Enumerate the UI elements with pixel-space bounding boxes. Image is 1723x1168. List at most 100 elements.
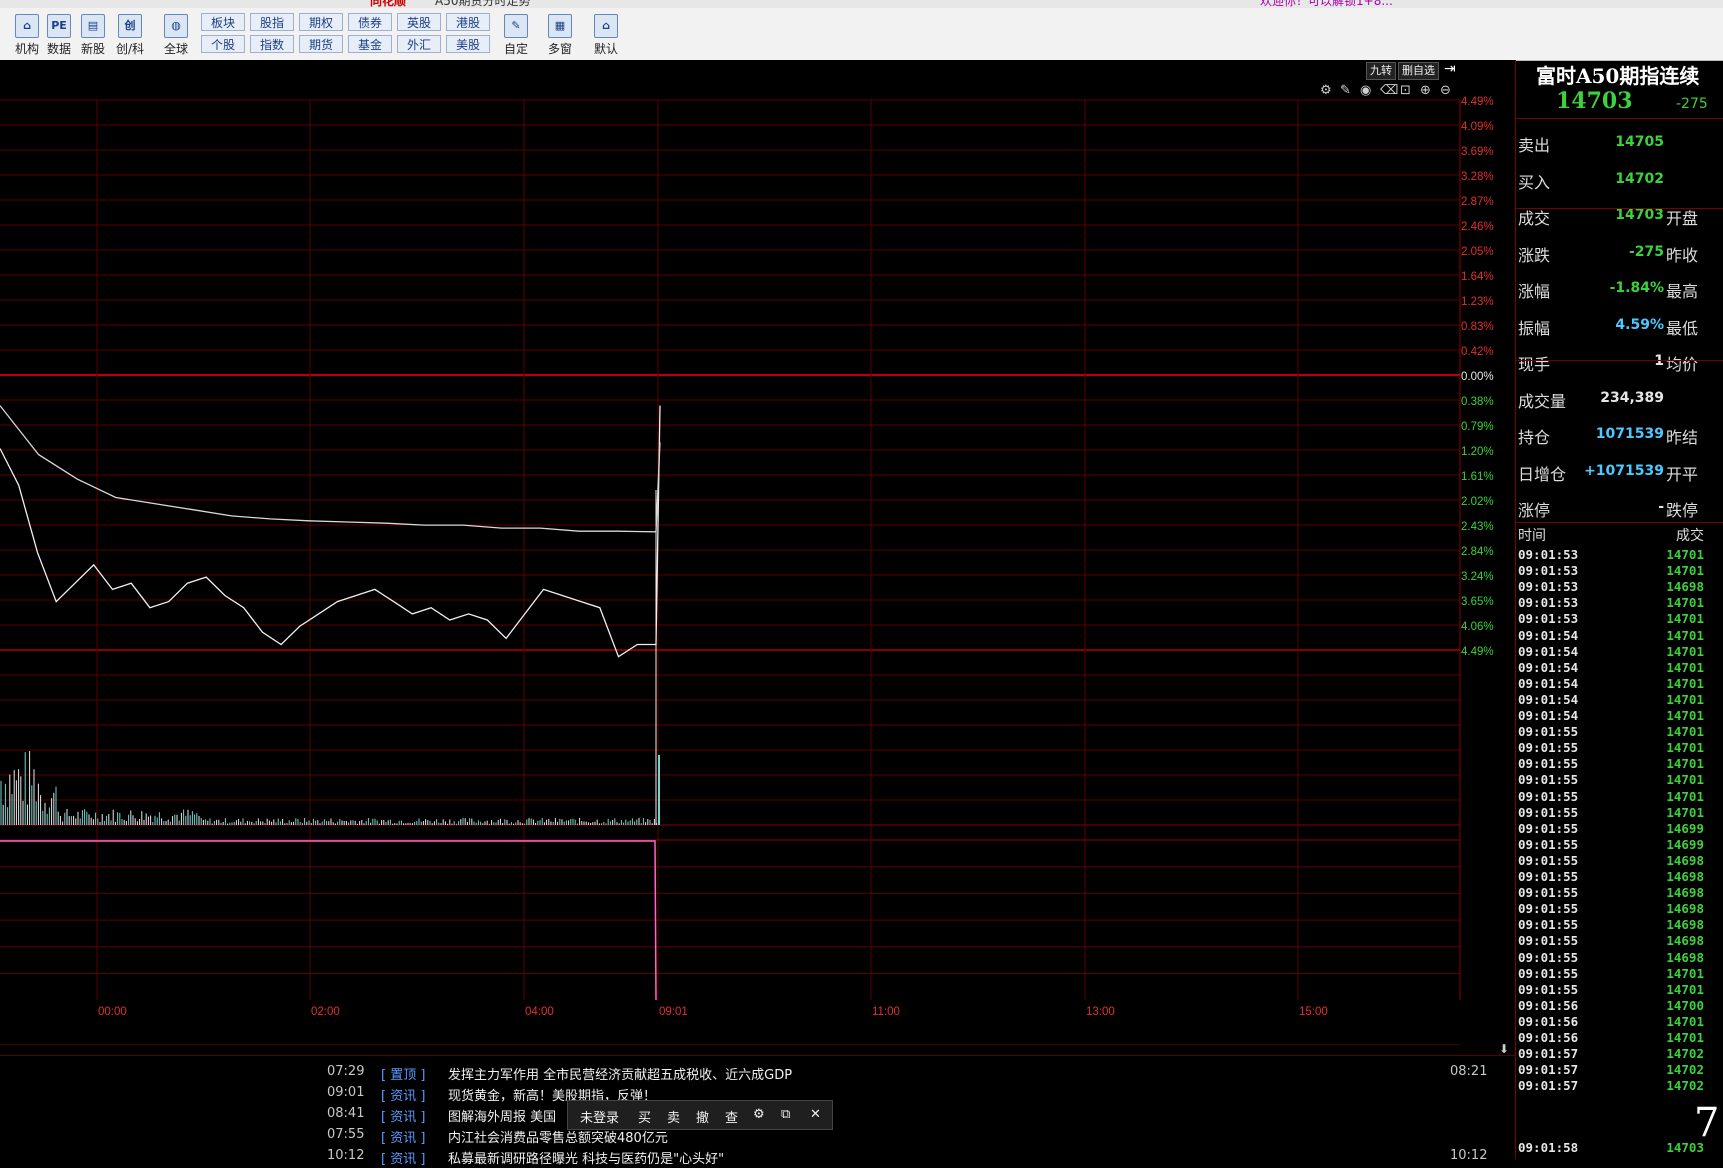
pct-tick-label: 0.00% — [1461, 371, 1494, 383]
toolbar-label: 默认 — [593, 42, 618, 56]
toolbar-button-chuang[interactable]: 创 创/科 — [110, 8, 150, 60]
tick-price: 14698 — [1666, 852, 1704, 868]
toolbar-button-new-stock[interactable]: ▤ 新股 — [76, 8, 110, 60]
news-headline[interactable]: 私募最新调研路径曝光 科技与医药仍是"心头好" — [448, 1148, 724, 1167]
tick-time: 09:01:53 — [1518, 547, 1579, 562]
close-icon[interactable]: ✕ — [810, 1107, 821, 1122]
tab-options[interactable]: 期权 — [299, 13, 343, 31]
tick-row: 09:01:55 14701 — [1516, 740, 1723, 756]
quote-row-value: 1071539 — [1595, 426, 1664, 442]
tick-time: 09:01:55 — [1518, 756, 1579, 772]
time-tick-label: 11:00 — [872, 1006, 900, 1018]
news-item[interactable]: 10:12 [ 资讯 ] 私募最新调研路径曝光 科技与医药仍是"心头好" 10:12 — [0, 1148, 1515, 1168]
tick-price: 14698 — [1666, 917, 1704, 933]
sell-button[interactable]: 卖 — [667, 1107, 680, 1126]
quote-row-value: +1071539 — [1584, 462, 1664, 479]
pct-tick-label: 4.09% — [1461, 121, 1494, 133]
tab-sector[interactable]: 板块 — [201, 13, 245, 31]
query-button[interactable]: 查 — [725, 1107, 738, 1126]
ticks-header: 时间 成交 — [1516, 525, 1723, 544]
toolbar-button-data[interactable]: PE 数据 — [42, 8, 76, 60]
tab-uk-stocks[interactable]: 英股 — [397, 13, 441, 31]
pct-tick-label: 4.49% — [1461, 96, 1494, 108]
news-item[interactable]: 07:29 [ 置顶 ] 发挥主力军作用 全市民营经济贡献超五成税收、近六成GDP 0… — [0, 1064, 1515, 1084]
pct-tick-label: 3.69% — [1461, 146, 1494, 158]
popout-icon[interactable]: ⧉ — [781, 1107, 790, 1122]
toolbar-label: 全球 — [163, 42, 188, 56]
tick-price: 14701 — [1666, 772, 1704, 788]
toolbar-button-multi-window[interactable]: ▦ 多窗 — [540, 8, 580, 60]
tab-forex[interactable]: 外汇 — [397, 35, 441, 53]
tab-funds[interactable]: 基金 — [348, 35, 392, 53]
quote-row: 持仓 1071539 昨结 — [1516, 416, 1723, 452]
tick-row: 09:01:53 14701 — [1516, 547, 1723, 563]
toolbar-button-default[interactable]: ⌂ 默认 — [586, 8, 626, 60]
chart-canvas: 4.49% 4.09% 3.69% 3.28% 2.87% 2.46% 2.05% 1.64%… — [0, 83, 1494, 1045]
toolbar-button-custom[interactable]: ✎ 自定 — [496, 8, 536, 60]
tick-time: 09:01:53 — [1518, 595, 1579, 611]
time-tick-label: 09:01 — [659, 1006, 688, 1018]
toolbar-button-global[interactable]: ◍ 全球 — [156, 8, 196, 60]
quote-row-value: 1 — [1654, 353, 1664, 369]
quote-row: 涨幅 -1.84% 最高 — [1516, 270, 1723, 306]
tab-futures[interactable]: 期货 — [299, 35, 343, 53]
toolbar-label: 自定 — [503, 42, 528, 56]
login-banner[interactable]: 欢迎你！可以解锁1+8... — [1260, 0, 1393, 8]
tick-row: 09:01:55 14701 — [1516, 724, 1723, 740]
tab-us-stocks[interactable]: 美股 — [446, 35, 490, 53]
chart-tool-icon: ◉ — [1360, 83, 1371, 98]
intraday-chart-panel[interactable]: 九转 删自选 ⇥ 4.49% 4.09% 3.69% 3.28% 2.87% 2.46% 2… — [0, 60, 1515, 1045]
news-category[interactable]: [ 资讯 ] — [381, 1085, 425, 1104]
quote-row-value: -1.84% — [1609, 280, 1664, 296]
institution-icon: ⌂ — [15, 14, 39, 38]
tick-row: 09:01:56 14701 — [1516, 1030, 1723, 1046]
quote-row: 成交量 234,389 — [1516, 380, 1723, 416]
quote-row-label: 买入 — [1518, 172, 1551, 192]
main-toolbar: ⌂ 机构 PE 数据 ▤ 新股 创 创/科 ◍ 全球 板块 股指 期权 债券 英… — [0, 8, 1723, 61]
toolbar-button-institution[interactable]: ⌂ 机构 — [10, 8, 44, 60]
tick-row: 09:01:53 14701 — [1516, 563, 1723, 579]
pct-tick-label: 1.61% — [1461, 471, 1494, 483]
news-item[interactable]: 07:55[ 资讯 ] 内江社会消费品零售总额突破480亿元 — [0, 1127, 1515, 1147]
pct-tick-label: 3.28% — [1461, 171, 1494, 183]
quote-row-value: 4.59% — [1615, 316, 1664, 333]
new-stock-icon: ▤ — [81, 14, 105, 38]
tick-time: 09:01:55 — [1518, 933, 1579, 949]
quote-row-label2: 开平 — [1666, 464, 1699, 484]
tick-row: 09:01:55 14701 — [1516, 982, 1723, 998]
news-category[interactable]: [ 资讯 ] — [381, 1127, 425, 1146]
tick-price: 14701 — [1666, 563, 1704, 579]
tab-index-futures[interactable]: 股指 — [250, 13, 294, 31]
custom-icon: ✎ — [504, 14, 528, 38]
toolbar-label: 多窗 — [547, 42, 572, 56]
news-time: 08:41 — [327, 1106, 365, 1121]
quote-row-value: 234,389 — [1600, 389, 1664, 406]
login-status[interactable]: 未登录 — [580, 1107, 619, 1126]
news-time: 07:55 — [327, 1127, 365, 1142]
tick-row: 09:01:53 14701 — [1516, 611, 1723, 627]
buy-button[interactable]: 买 — [638, 1107, 651, 1126]
tab-hk-stocks[interactable]: 港股 — [446, 13, 490, 31]
tab-bonds[interactable]: 债券 — [348, 13, 392, 31]
cancel-order-button[interactable]: 撤 — [696, 1107, 709, 1126]
news-headline[interactable]: 发挥主力军作用 全市民营经济贡献超五成税收、近六成GDP — [448, 1064, 792, 1083]
quote-row-label2: 昨收 — [1666, 245, 1699, 265]
news-time: 09:01 — [327, 1085, 365, 1100]
news-category[interactable]: [ 置顶 ] — [381, 1064, 425, 1083]
news-category[interactable]: [ 资讯 ] — [381, 1106, 425, 1125]
pct-tick-label: 2.02% — [1461, 496, 1494, 508]
time-tick-label: 00:00 — [98, 1006, 127, 1018]
tab-index[interactable]: 指数 — [250, 35, 294, 53]
news-headline[interactable]: 图解海外周报 美国 — [448, 1106, 556, 1125]
quote-row-label2: 均价 — [1666, 355, 1699, 374]
settings-icon[interactable]: ⚙ — [753, 1107, 765, 1122]
tick-price: 14701 — [1666, 740, 1704, 756]
tick-price: 14698 — [1666, 869, 1704, 884]
download-arrow-icon[interactable]: ⬇ — [1499, 1042, 1509, 1056]
quote-row-value: -275 — [1628, 243, 1664, 260]
tick-price: 14701 — [1666, 756, 1704, 772]
news-category[interactable]: [ 资讯 ] — [381, 1148, 425, 1167]
quote-row: 买入 14702 — [1516, 161, 1723, 197]
tab-stocks[interactable]: 个股 — [201, 35, 245, 53]
tick-time: 09:01:55 — [1518, 852, 1579, 868]
